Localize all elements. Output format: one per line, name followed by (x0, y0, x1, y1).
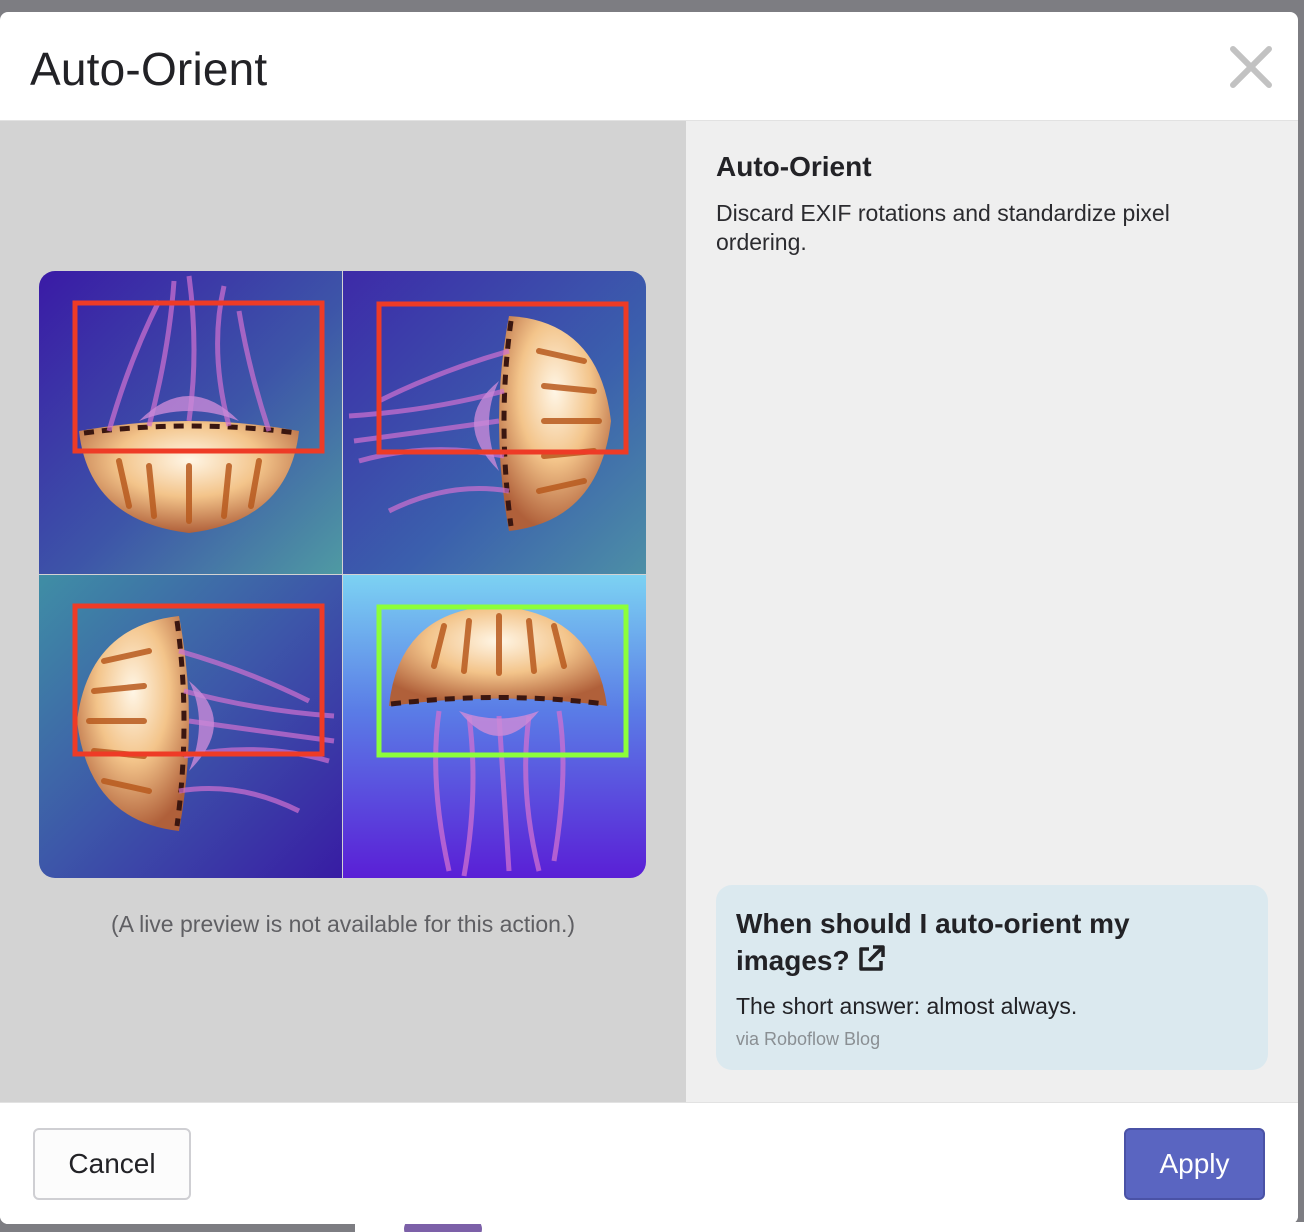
help-card-title-text[interactable]: When should I auto-orient my images? (736, 908, 1130, 976)
help-card-source: via Roboflow Blog (736, 1029, 881, 1049)
help-article-card[interactable]: When should I auto-orient my images? The… (716, 885, 1268, 1070)
dialog-body: (A live preview is not available for thi… (0, 121, 1298, 1102)
close-icon (1230, 46, 1272, 88)
cancel-button[interactable]: Cancel (33, 1128, 191, 1200)
auto-orient-dialog: Auto-Orient (A live preview is not avail… (0, 12, 1298, 1224)
dialog-footer: Cancel Apply (0, 1102, 1298, 1224)
info-title: Auto-Orient (716, 151, 872, 182)
help-card-text: The short answer: almost always. (736, 993, 1078, 1019)
info-description: Discard EXIF rotations and standardize p… (716, 200, 1170, 255)
info-pane: Auto-Orient Discard EXIF rotations and s… (686, 121, 1298, 1102)
preview-image (39, 271, 646, 878)
preview-caption: (A live preview is not available for thi… (110, 911, 576, 937)
help-card-title[interactable]: When should I auto-orient my images? (736, 905, 1206, 979)
external-link-icon (858, 945, 885, 971)
dialog-title: Auto-Orient (30, 43, 268, 95)
apply-button[interactable]: Apply (1124, 1128, 1265, 1200)
dialog-header: Auto-Orient (0, 12, 1298, 121)
close-button[interactable] (1224, 40, 1278, 94)
preview-pane: (A live preview is not available for thi… (0, 121, 686, 1102)
